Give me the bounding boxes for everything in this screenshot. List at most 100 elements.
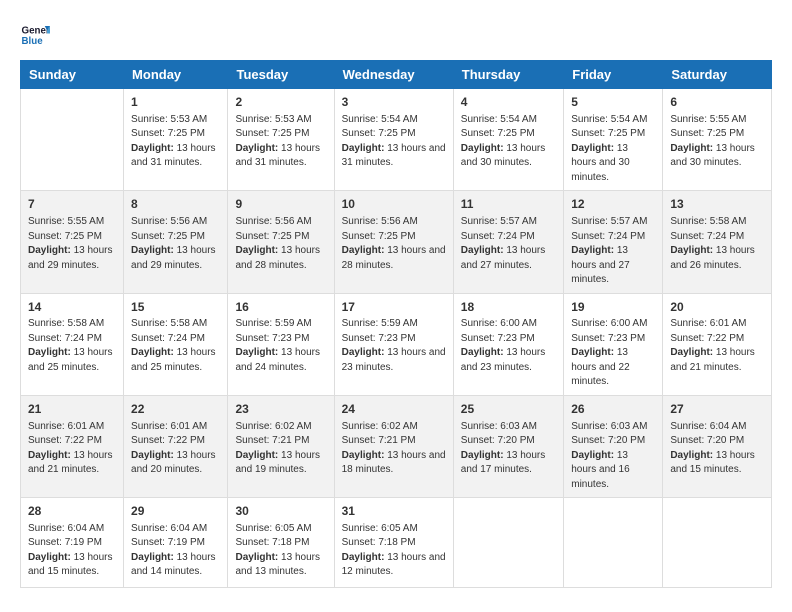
day-number: 21 bbox=[28, 401, 116, 418]
col-sunday: Sunday bbox=[21, 61, 124, 89]
logo-icon: General Blue bbox=[20, 20, 50, 50]
day-number: 8 bbox=[131, 196, 220, 213]
day-number: 3 bbox=[342, 94, 446, 111]
col-thursday: Thursday bbox=[453, 61, 563, 89]
calendar-cell: 11 Sunrise: 5:57 AMSunset: 7:24 PMDayligh… bbox=[453, 191, 563, 293]
day-info: Sunrise: 5:56 AMSunset: 7:25 PMDaylight:… bbox=[235, 215, 326, 273]
calendar-cell: 15Sunrise: 5:58 AMSunset: 7:24 PMDayligh… bbox=[124, 293, 228, 395]
day-info: Sunrise: 5:58 AMSunset: 7:24 PMDaylight:… bbox=[670, 215, 764, 273]
day-info: Sunrise: 5:57 AMSunset: 7:24 PMDaylight:… bbox=[461, 215, 556, 273]
calendar-week-row: 14Sunrise: 5:58 AMSunset: 7:24 PMDayligh… bbox=[21, 293, 772, 395]
day-number: 27 bbox=[670, 401, 764, 418]
day-info: Sunrise: 5:59 AMSunset: 7:23 PMDaylight:… bbox=[342, 317, 446, 375]
day-number: 14 bbox=[28, 299, 116, 316]
calendar-week-row: 7 Sunrise: 5:55 AMSunset: 7:25 PMDaylight… bbox=[21, 191, 772, 293]
day-info: Sunrise: 6:03 AMSunset: 7:20 PMDaylight:… bbox=[461, 420, 556, 478]
day-info: Sunrise: 6:01 AMSunset: 7:22 PMDaylight:… bbox=[28, 420, 116, 478]
calendar-week-row: 28 Sunrise: 6:04 AMSunset: 7:19 PMDayligh… bbox=[21, 498, 772, 588]
day-number: 25 bbox=[461, 401, 556, 418]
calendar-cell: 7 Sunrise: 5:55 AMSunset: 7:25 PMDaylight… bbox=[21, 191, 124, 293]
day-info: Sunrise: 5:53 AMSunset: 7:25 PMDaylight:… bbox=[131, 113, 220, 171]
day-number: 2 bbox=[235, 94, 326, 111]
calendar-cell: 4 Sunrise: 5:54 AMSunset: 7:25 PMDaylight… bbox=[453, 89, 563, 191]
day-info: Sunrise: 6:03 AMSunset: 7:20 PMDaylight:… bbox=[571, 420, 655, 493]
svg-text:Blue: Blue bbox=[22, 36, 44, 47]
day-info: Sunrise: 5:53 AMSunset: 7:25 PMDaylight:… bbox=[235, 113, 326, 171]
day-info: Sunrise: 5:57 AMSunset: 7:24 PMDaylight:… bbox=[571, 215, 655, 288]
calendar-cell: 8Sunrise: 5:56 AMSunset: 7:25 PMDaylight… bbox=[124, 191, 228, 293]
calendar-cell: 23 Sunrise: 6:02 AMSunset: 7:21 PMDayligh… bbox=[228, 395, 334, 497]
calendar-cell: 22 Sunrise: 6:01 AMSunset: 7:22 PMDayligh… bbox=[124, 395, 228, 497]
day-info: Sunrise: 5:58 AMSunset: 7:24 PMDaylight:… bbox=[131, 317, 220, 375]
day-info: Sunrise: 6:01 AMSunset: 7:22 PMDaylight:… bbox=[670, 317, 764, 375]
day-number: 12 bbox=[571, 196, 655, 213]
calendar-cell: 5 Sunrise: 5:54 AMSunset: 7:25 PMDaylight… bbox=[564, 89, 663, 191]
day-info: Sunrise: 5:54 AMSunset: 7:25 PMDaylight:… bbox=[571, 113, 655, 186]
calendar-week-row: 1 Sunrise: 5:53 AMSunset: 7:25 PMDaylight… bbox=[21, 89, 772, 191]
day-number: 10 bbox=[342, 196, 446, 213]
calendar-cell: 25 Sunrise: 6:03 AMSunset: 7:20 PMDayligh… bbox=[453, 395, 563, 497]
day-info: Sunrise: 6:01 AMSunset: 7:22 PMDaylight:… bbox=[131, 420, 220, 478]
day-info: Sunrise: 6:05 AMSunset: 7:18 PMDaylight:… bbox=[235, 522, 326, 580]
day-info: Sunrise: 5:59 AMSunset: 7:23 PMDaylight:… bbox=[235, 317, 326, 375]
calendar-cell: 9Sunrise: 5:56 AMSunset: 7:25 PMDaylight… bbox=[228, 191, 334, 293]
day-info: Sunrise: 6:04 AMSunset: 7:19 PMDaylight:… bbox=[131, 522, 220, 580]
calendar-cell: 24 Sunrise: 6:02 AMSunset: 7:21 PMDayligh… bbox=[334, 395, 453, 497]
calendar-cell bbox=[564, 498, 663, 588]
calendar-cell: 12 Sunrise: 5:57 AMSunset: 7:24 PMDayligh… bbox=[564, 191, 663, 293]
calendar-header-row: Sunday Monday Tuesday Wednesday Thursday… bbox=[21, 61, 772, 89]
day-number: 16 bbox=[235, 299, 326, 316]
calendar-cell: 18Sunrise: 6:00 AMSunset: 7:23 PMDayligh… bbox=[453, 293, 563, 395]
logo: General Blue bbox=[20, 20, 54, 50]
calendar-cell: 2 Sunrise: 5:53 AMSunset: 7:25 PMDaylight… bbox=[228, 89, 334, 191]
day-number: 17 bbox=[342, 299, 446, 316]
calendar-cell: 17Sunrise: 5:59 AMSunset: 7:23 PMDayligh… bbox=[334, 293, 453, 395]
calendar-cell: 28 Sunrise: 6:04 AMSunset: 7:19 PMDayligh… bbox=[21, 498, 124, 588]
day-number: 28 bbox=[28, 503, 116, 520]
day-number: 20 bbox=[670, 299, 764, 316]
day-info: Sunrise: 5:54 AMSunset: 7:25 PMDaylight:… bbox=[461, 113, 556, 171]
day-number: 6 bbox=[670, 94, 764, 111]
day-number: 29 bbox=[131, 503, 220, 520]
day-info: Sunrise: 6:02 AMSunset: 7:21 PMDaylight:… bbox=[342, 420, 446, 478]
day-number: 26 bbox=[571, 401, 655, 418]
day-number: 23 bbox=[235, 401, 326, 418]
day-number: 22 bbox=[131, 401, 220, 418]
day-number: 30 bbox=[235, 503, 326, 520]
page-header: General Blue bbox=[20, 20, 772, 50]
day-info: Sunrise: 5:56 AMSunset: 7:25 PMDaylight:… bbox=[342, 215, 446, 273]
col-monday: Monday bbox=[124, 61, 228, 89]
day-number: 19 bbox=[571, 299, 655, 316]
day-number: 5 bbox=[571, 94, 655, 111]
day-number: 1 bbox=[131, 94, 220, 111]
col-saturday: Saturday bbox=[663, 61, 772, 89]
calendar-cell: 27 Sunrise: 6:04 AMSunset: 7:20 PMDayligh… bbox=[663, 395, 772, 497]
calendar-cell: 20Sunrise: 6:01 AMSunset: 7:22 PMDayligh… bbox=[663, 293, 772, 395]
day-info: Sunrise: 5:58 AMSunset: 7:24 PMDaylight:… bbox=[28, 317, 116, 375]
calendar-cell: 29 Sunrise: 6:04 AMSunset: 7:19 PMDayligh… bbox=[124, 498, 228, 588]
day-info: Sunrise: 5:54 AMSunset: 7:25 PMDaylight:… bbox=[342, 113, 446, 171]
col-tuesday: Tuesday bbox=[228, 61, 334, 89]
col-wednesday: Wednesday bbox=[334, 61, 453, 89]
day-info: Sunrise: 6:04 AMSunset: 7:19 PMDaylight:… bbox=[28, 522, 116, 580]
calendar-cell bbox=[663, 498, 772, 588]
calendar-cell: 19Sunrise: 6:00 AMSunset: 7:23 PMDayligh… bbox=[564, 293, 663, 395]
calendar-cell: 21 Sunrise: 6:01 AMSunset: 7:22 PMDayligh… bbox=[21, 395, 124, 497]
day-info: Sunrise: 5:55 AMSunset: 7:25 PMDaylight:… bbox=[670, 113, 764, 171]
day-number: 31 bbox=[342, 503, 446, 520]
day-info: Sunrise: 6:04 AMSunset: 7:20 PMDaylight:… bbox=[670, 420, 764, 478]
day-number: 11 bbox=[461, 196, 556, 213]
calendar-cell bbox=[453, 498, 563, 588]
day-info: Sunrise: 5:55 AMSunset: 7:25 PMDaylight:… bbox=[28, 215, 116, 273]
calendar-cell: 31Sunrise: 6:05 AMSunset: 7:18 PMDayligh… bbox=[334, 498, 453, 588]
calendar-cell: 13Sunrise: 5:58 AMSunset: 7:24 PMDayligh… bbox=[663, 191, 772, 293]
day-info: Sunrise: 6:02 AMSunset: 7:21 PMDaylight:… bbox=[235, 420, 326, 478]
calendar-cell: 14Sunrise: 5:58 AMSunset: 7:24 PMDayligh… bbox=[21, 293, 124, 395]
calendar-cell: 26 Sunrise: 6:03 AMSunset: 7:20 PMDayligh… bbox=[564, 395, 663, 497]
calendar-cell: 10 Sunrise: 5:56 AMSunset: 7:25 PMDayligh… bbox=[334, 191, 453, 293]
col-friday: Friday bbox=[564, 61, 663, 89]
day-number: 24 bbox=[342, 401, 446, 418]
day-number: 7 bbox=[28, 196, 116, 213]
day-info: Sunrise: 6:00 AMSunset: 7:23 PMDaylight:… bbox=[571, 317, 655, 390]
day-number: 4 bbox=[461, 94, 556, 111]
